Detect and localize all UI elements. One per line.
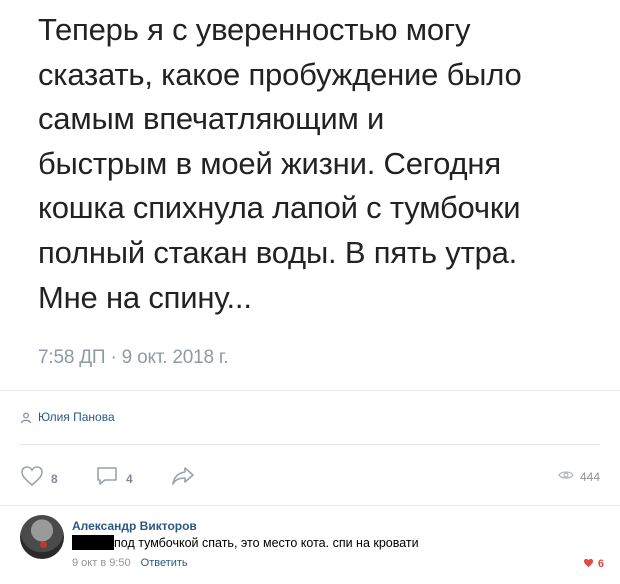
tweet-line: быстрым в моей жизни. Сегодня bbox=[38, 145, 501, 181]
eye-icon bbox=[558, 468, 574, 486]
tweet-text: Теперь я с уверенностью могу сказать, ка… bbox=[38, 8, 608, 320]
comment-meta: 9 окт в 9:50 Ответить bbox=[72, 557, 188, 569]
comment-button[interactable]: 4 bbox=[95, 465, 133, 492]
like-count: 8 bbox=[51, 471, 58, 486]
post-author-name[interactable]: Юлия Панова bbox=[38, 410, 115, 424]
comment-like-button[interactable]: 6 bbox=[583, 555, 604, 573]
tweet-line: сказать, какое пробуждение было bbox=[38, 56, 522, 92]
tweet-line: кошка спихнула лапой с тумбочки bbox=[38, 190, 521, 226]
view-counter: 444 bbox=[558, 468, 600, 486]
post-actions: 8 4 444 bbox=[20, 465, 600, 489]
comment-bubble-icon bbox=[95, 465, 119, 492]
like-button[interactable]: 8 bbox=[20, 465, 58, 492]
tweet-line: Теперь я с уверенностью могу bbox=[38, 12, 471, 47]
comment-like-count: 6 bbox=[597, 558, 604, 570]
tweet-line: самым впечатляющим и bbox=[38, 101, 385, 137]
share-button[interactable] bbox=[170, 465, 196, 492]
comment-text: под тумбочкой спать, это место кота. спи… bbox=[114, 535, 419, 550]
reply-button[interactable]: Ответить bbox=[141, 557, 188, 569]
post-author[interactable]: Юлия Панова bbox=[20, 410, 115, 424]
view-count: 444 bbox=[579, 470, 600, 484]
avatar-detail bbox=[40, 541, 47, 548]
redaction-block bbox=[72, 535, 114, 550]
heart-filled-icon bbox=[583, 555, 594, 573]
tweet-timestamp: 7:58 ДП · 9 окт. 2018 г. bbox=[38, 347, 229, 368]
user-icon bbox=[20, 411, 32, 424]
divider bbox=[0, 390, 620, 391]
heart-outline-icon bbox=[20, 465, 44, 492]
divider bbox=[20, 444, 600, 445]
comment-item: Александр Викторов под тумбочкой спать, … bbox=[20, 515, 610, 579]
divider bbox=[0, 505, 620, 506]
tweet-line: Мне на спину... bbox=[38, 279, 252, 315]
comment-count: 4 bbox=[126, 471, 133, 486]
share-arrow-icon bbox=[170, 465, 196, 492]
comment-author[interactable]: Александр Викторов bbox=[72, 519, 197, 533]
avatar[interactable] bbox=[20, 515, 64, 559]
comment-body: под тумбочкой спать, это место кота. спи… bbox=[72, 535, 419, 550]
comment-date[interactable]: 9 окт в 9:50 bbox=[72, 557, 131, 569]
tweet-line: полный стакан воды. В пять утра. bbox=[38, 234, 518, 270]
